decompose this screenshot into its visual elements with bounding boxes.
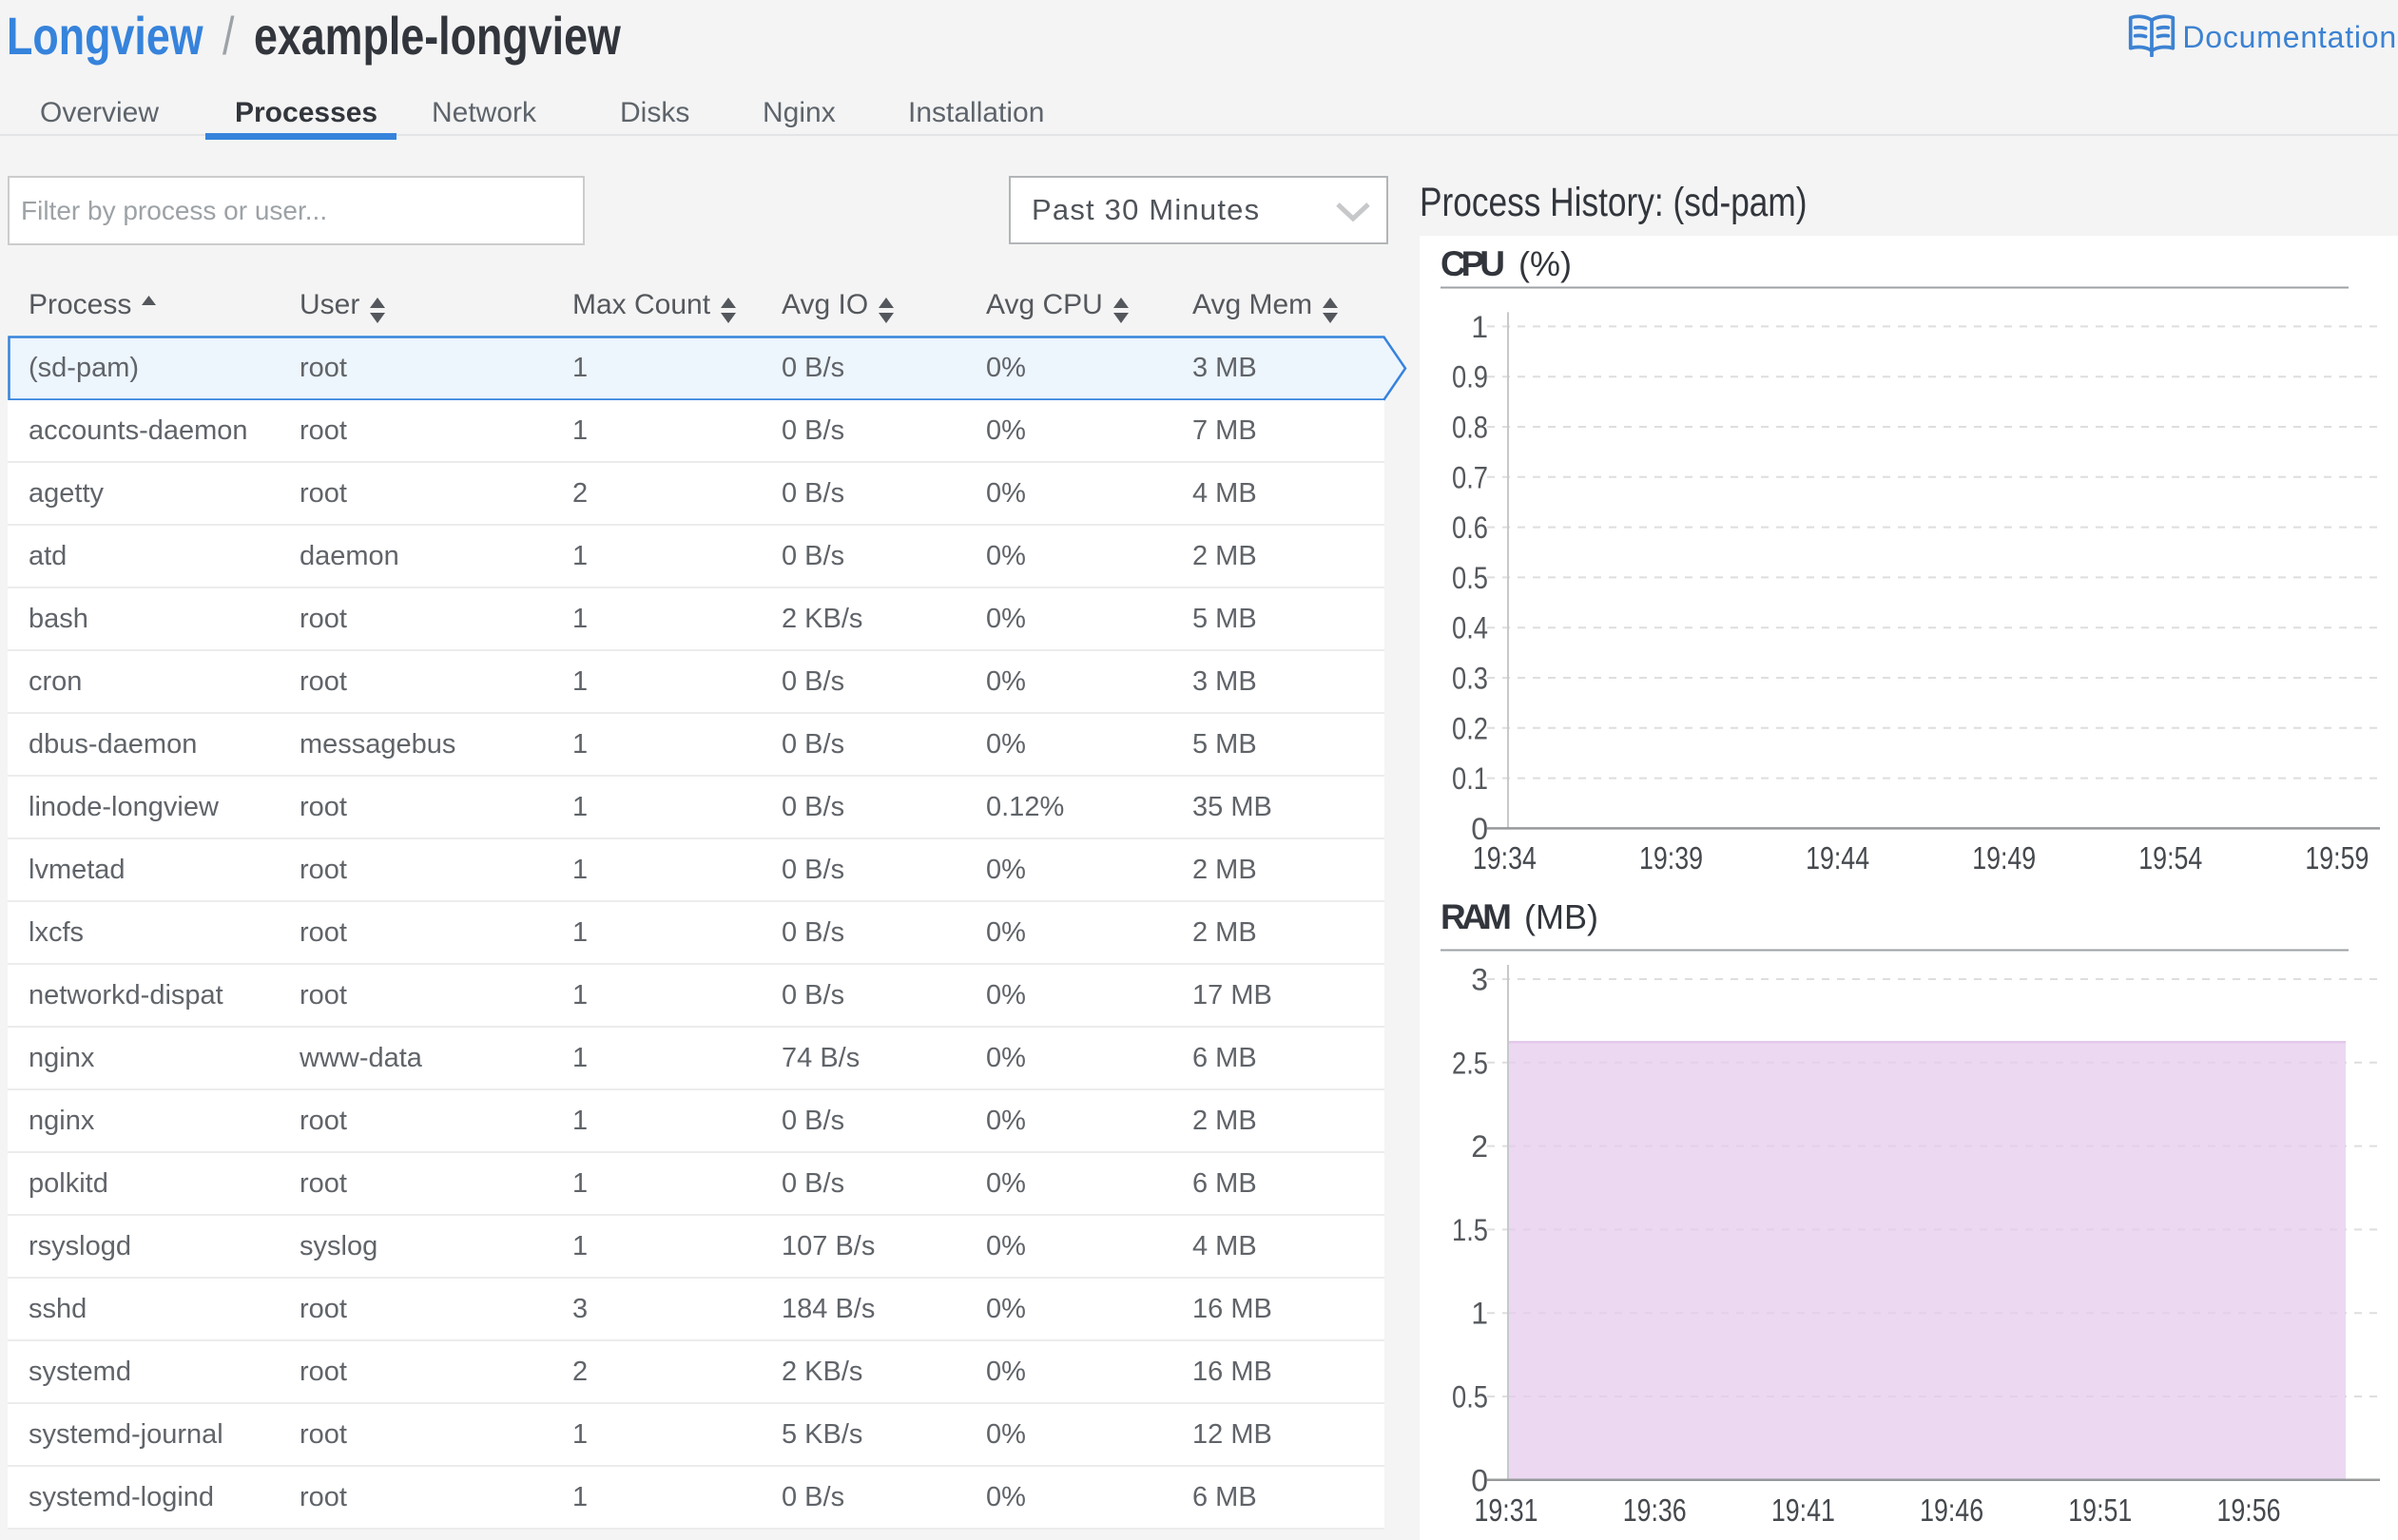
svg-text:0.2: 0.2 xyxy=(1452,711,1488,745)
svg-text:0.4: 0.4 xyxy=(1452,611,1488,645)
svg-text:0.5: 0.5 xyxy=(1452,561,1488,595)
svg-text:19:51: 19:51 xyxy=(2068,1492,2132,1528)
svg-text:1: 1 xyxy=(1471,1297,1488,1331)
svg-text:19:59: 19:59 xyxy=(2305,840,2369,876)
svg-text:19:39: 19:39 xyxy=(1639,840,1703,876)
svg-text:0.1: 0.1 xyxy=(1452,761,1488,796)
svg-text:RAM: RAM xyxy=(1441,897,1512,936)
svg-text:1: 1 xyxy=(1471,310,1488,344)
svg-text:19:54: 19:54 xyxy=(2138,840,2202,876)
svg-text:19:31: 19:31 xyxy=(1475,1492,1538,1528)
svg-text:19:44: 19:44 xyxy=(1806,840,1869,876)
svg-text:2: 2 xyxy=(1471,1129,1488,1164)
svg-text:19:34: 19:34 xyxy=(1473,840,1537,876)
svg-text:0.6: 0.6 xyxy=(1452,510,1488,545)
svg-text:19:49: 19:49 xyxy=(1972,840,2036,876)
svg-text:0.8: 0.8 xyxy=(1452,411,1488,445)
svg-text:1.5: 1.5 xyxy=(1452,1213,1488,1247)
svg-text:0.5: 0.5 xyxy=(1452,1380,1488,1415)
svg-text:19:46: 19:46 xyxy=(1920,1492,1983,1528)
svg-text:2.5: 2.5 xyxy=(1452,1046,1488,1080)
svg-text:(%): (%) xyxy=(1518,244,1572,283)
svg-text:19:36: 19:36 xyxy=(1623,1492,1687,1528)
svg-text:19:56: 19:56 xyxy=(2217,1492,2281,1528)
svg-text:(MB): (MB) xyxy=(1524,897,1598,936)
svg-text:0.7: 0.7 xyxy=(1452,460,1488,494)
svg-text:CPU: CPU xyxy=(1441,244,1505,283)
svg-text:0.9: 0.9 xyxy=(1452,360,1488,395)
svg-text:0.3: 0.3 xyxy=(1452,662,1488,696)
svg-text:19:41: 19:41 xyxy=(1771,1492,1835,1528)
svg-text:3: 3 xyxy=(1471,963,1488,997)
